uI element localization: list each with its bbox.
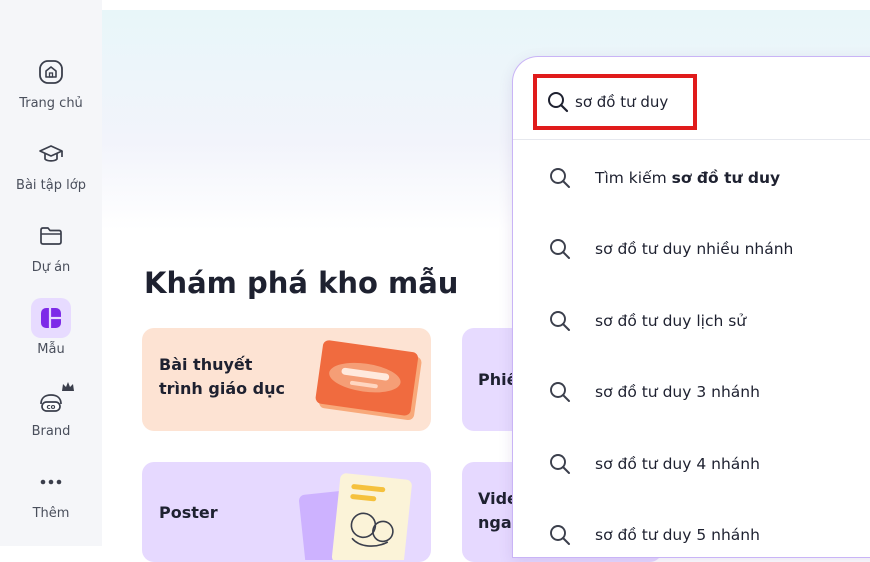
page-title: Khám phá kho mẫu xyxy=(144,266,459,300)
suggestion-prefix: Tìm kiếm xyxy=(595,169,672,187)
suggestion-text: Tìm kiếm sơ đồ tư duy xyxy=(595,169,780,187)
suggestion-text: sơ đồ tư duy 4 nhánh xyxy=(595,455,760,473)
card-label-line: Bài thuyết xyxy=(159,355,253,374)
suggestion-item[interactable]: sơ đồ tư duy lịch sử xyxy=(513,296,870,346)
sidebar-item-more[interactable]: Thêm xyxy=(0,462,102,521)
folder-icon xyxy=(31,216,71,256)
crown-icon xyxy=(61,378,75,397)
sidebar-item-label: Dự án xyxy=(31,260,71,275)
home-icon xyxy=(31,52,71,92)
search-icon xyxy=(550,454,570,474)
card-label: Bài thuyết trình giáo dục xyxy=(159,353,285,401)
suggestion-text: sơ đồ tư duy nhiều nhánh xyxy=(595,240,794,258)
suggestion-text: sơ đồ tư duy lịch sử xyxy=(595,312,747,330)
sidebar-item-label: Mẫu xyxy=(37,342,65,357)
suggestion-item[interactable]: sơ đồ tư duy 4 nhánh xyxy=(513,439,870,489)
template-card-poster[interactable]: Poster xyxy=(142,462,431,562)
presentation-thumbnail xyxy=(302,338,431,431)
sidebar-item-assignments[interactable]: Bài tập lớp xyxy=(0,134,102,193)
suggestion-text: sơ đồ tư duy 5 nhánh xyxy=(595,526,760,544)
divider xyxy=(513,139,870,140)
more-icon xyxy=(31,462,71,502)
template-card-education-presentation[interactable]: Bài thuyết trình giáo dục xyxy=(142,328,431,431)
search-input[interactable] xyxy=(575,93,685,111)
search-icon xyxy=(550,311,570,331)
suggestion-text: sơ đồ tư duy 3 nhánh xyxy=(595,383,760,401)
svg-text:co: co xyxy=(47,403,56,411)
search-panel: Tìm kiếm sơ đồ tư duy sơ đồ tư duy nhiều… xyxy=(512,56,870,558)
poster-thumbnail xyxy=(292,470,422,562)
sidebar-item-label: Brand xyxy=(31,424,71,439)
sidebar: Trang chủ Bài tập lớp Dự án Mẫu co Brand xyxy=(0,0,103,546)
search-icon xyxy=(550,239,570,259)
brand-icon: co xyxy=(31,380,74,420)
suggestion-query: sơ đồ tư duy xyxy=(671,169,781,187)
sidebar-item-templates[interactable]: Mẫu xyxy=(0,298,102,357)
sidebar-item-home[interactable]: Trang chủ xyxy=(0,52,102,111)
card-label: Poster xyxy=(159,503,218,522)
suggestion-item[interactable]: sơ đồ tư duy nhiều nhánh xyxy=(513,224,870,274)
card-label-line: trình giáo dục xyxy=(159,379,285,398)
suggestion-item[interactable]: Tìm kiếm sơ đồ tư duy xyxy=(513,153,870,203)
search-icon xyxy=(550,168,570,188)
templates-icon xyxy=(31,298,71,338)
sidebar-item-projects[interactable]: Dự án xyxy=(0,216,102,275)
search-icon xyxy=(550,382,570,402)
sidebar-item-label: Bài tập lớp xyxy=(16,178,86,193)
sidebar-item-brand[interactable]: co Brand xyxy=(0,380,102,439)
top-strip xyxy=(102,0,870,10)
graduation-cap-icon xyxy=(31,134,71,174)
search-icon xyxy=(548,92,569,113)
search-box-highlight[interactable] xyxy=(533,74,697,130)
sidebar-item-label: Trang chủ xyxy=(19,96,83,111)
suggestion-item[interactable]: sơ đồ tư duy 3 nhánh xyxy=(513,367,870,417)
sidebar-item-label: Thêm xyxy=(32,506,70,521)
search-icon xyxy=(550,525,570,545)
suggestion-item[interactable]: sơ đồ tư duy 5 nhánh xyxy=(513,510,870,557)
